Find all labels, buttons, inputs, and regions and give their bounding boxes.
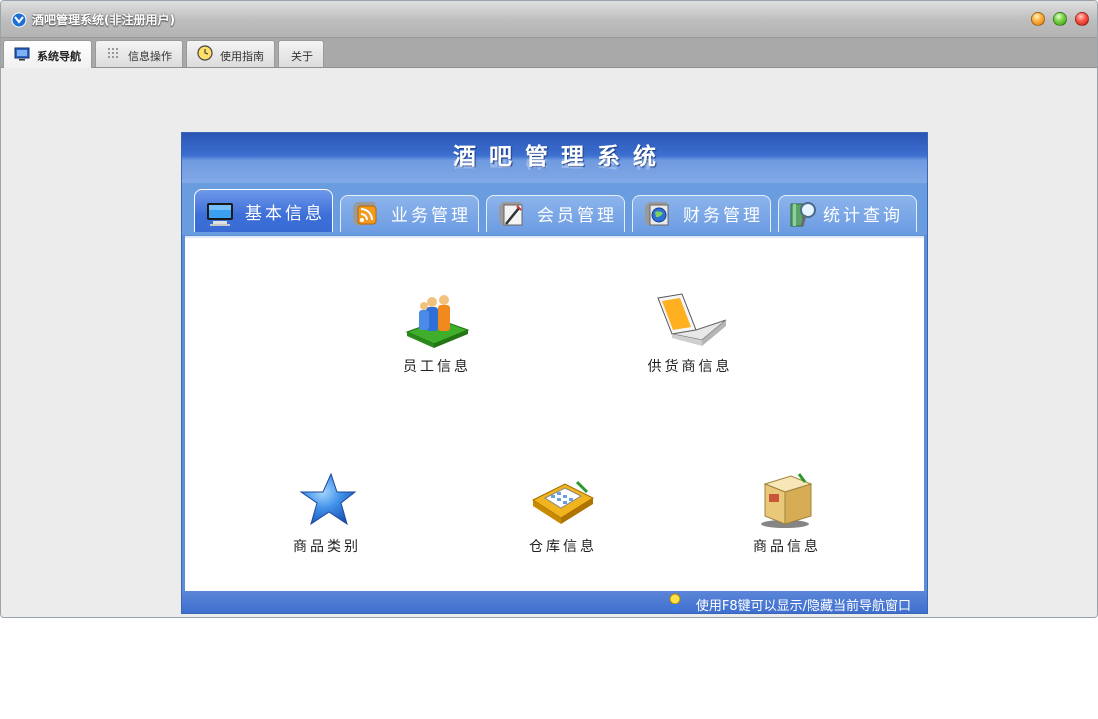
globe-icon [645,202,669,226]
navigation-panel: 酒吧管理系统 酒吧管理系统 基本信息 业务管理 [181,132,928,614]
title-bar[interactable]: 酒吧管理系统(非注册用户) [1,1,1097,38]
tab-label: 系统导航 [37,50,81,63]
tip-person-icon [669,593,681,610]
tab-label: 关于 [291,50,313,63]
panel-body: 员工信息 供货商信息 商品类别 仓库信息 商品信息 [185,236,924,592]
app-logo-icon [11,12,27,28]
rss-icon [353,202,377,226]
footer-hint: 使用F8键可以显示/隐藏当前导航窗口 [695,599,911,614]
grid-icon [108,48,118,58]
search-book-icon [790,202,816,227]
panel-title-reflection: 酒吧管理系统 [182,159,927,177]
tab-label: 财务管理 [683,206,763,226]
panel-footer: 使用F8键可以显示/隐藏当前导航窗口 [182,591,927,613]
tab-statistics-query[interactable]: 统计查询 [778,195,917,232]
nav-item-employee-info[interactable]: 员工信息 [377,290,497,376]
panel-header: 酒吧管理系统 酒吧管理系统 [182,133,927,183]
tab-about[interactable]: 关于 [278,40,324,67]
tab-label: 基本信息 [245,204,325,224]
minimize-icon[interactable] [1031,12,1045,26]
nav-item-label: 仓库信息 [529,539,597,555]
tab-label: 使用指南 [220,50,264,63]
tab-label: 信息操作 [128,50,172,63]
nav-item-product-category[interactable]: 商品类别 [267,470,387,556]
monitor-icon [14,47,30,61]
nav-item-product-info[interactable]: 商品信息 [727,470,847,556]
tab-business-management[interactable]: 业务管理 [340,195,479,232]
calculator-icon [531,480,595,524]
nav-item-label: 员工信息 [403,359,471,375]
boxes-icon [761,473,813,528]
monitor-icon [207,203,233,226]
maximize-icon[interactable] [1053,12,1067,26]
nav-item-warehouse-info[interactable]: 仓库信息 [503,470,623,556]
laptop-supplier-icon [657,293,727,346]
close-icon[interactable] [1075,12,1089,26]
nav-item-label: 供货商信息 [647,359,733,375]
clock-icon [197,45,213,61]
tab-label: 会员管理 [537,206,617,226]
nav-item-supplier-info[interactable]: 供货商信息 [630,290,750,376]
tab-member-management[interactable]: 会员管理 [486,195,625,232]
tab-basic-info[interactable]: 基本信息 [194,189,333,232]
nav-item-label: 商品信息 [753,539,821,555]
pen-icon [499,202,523,226]
tab-finance-management[interactable]: 财务管理 [632,195,771,232]
tab-system-navigation[interactable]: 系统导航 [3,40,92,68]
main-tab-strip: 系统导航 信息操作 使用指南 关于 [1,38,1097,68]
nav-item-label: 商品类别 [293,539,361,555]
window-title: 酒吧管理系统(非注册用户) [32,13,175,27]
star-icon [299,472,357,526]
tab-info-operation[interactable]: 信息操作 [95,40,183,67]
tab-user-guide[interactable]: 使用指南 [186,40,275,67]
app-window: 酒吧管理系统(非注册用户) 系统导航 信息操作 使用指南 关于 酒吧管理系统 基… [0,0,1098,618]
employees-icon [405,295,470,348]
tab-label: 统计查询 [823,206,903,226]
tab-label: 业务管理 [391,206,471,226]
